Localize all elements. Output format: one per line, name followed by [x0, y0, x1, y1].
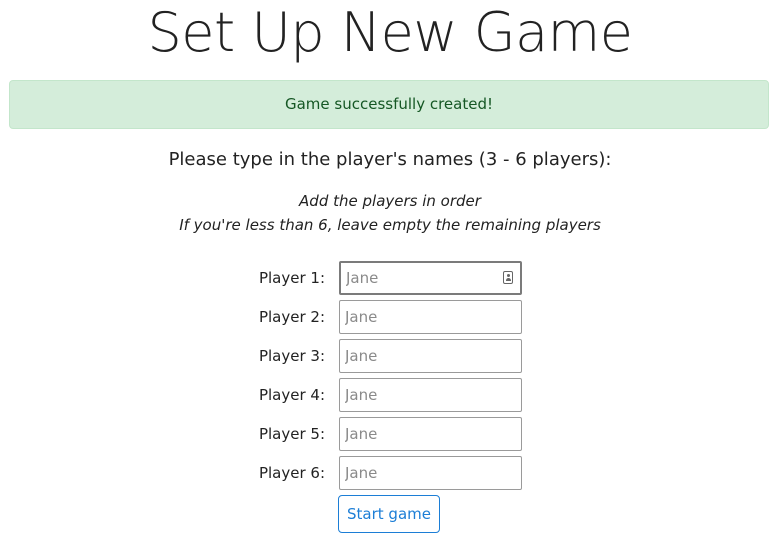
instructions-heading: Please type in the player's names (3 - 6… [168, 149, 612, 170]
player-4-input[interactable] [339, 378, 522, 412]
player-row-4: Player 4: [0, 378, 780, 412]
start-game-button[interactable]: Start game [338, 495, 440, 533]
player-row-5: Player 5: [0, 417, 780, 451]
player-6-label: Player 6: [258, 464, 325, 482]
player-row-1: Player 1: [0, 261, 780, 295]
player-1-label: Player 1: [258, 269, 325, 287]
player-6-input[interactable] [339, 456, 522, 490]
player-5-input[interactable] [339, 417, 522, 451]
player-3-input[interactable] [339, 339, 522, 373]
contact-card-icon[interactable] [503, 271, 513, 284]
player-5-label: Player 5: [258, 425, 325, 443]
hint-empty: If you're less than 6, leave empty the r… [179, 216, 601, 234]
player-4-label: Player 4: [258, 386, 325, 404]
success-alert: Game successfully created! [9, 80, 769, 129]
player-row-2: Player 2: [0, 300, 780, 334]
player-row-6: Player 6: [0, 456, 780, 490]
player-2-input[interactable] [339, 300, 522, 334]
player-1-input[interactable] [339, 261, 522, 295]
player-row-3: Player 3: [0, 339, 780, 373]
page-title: Set Up New Game [147, 1, 633, 64]
player-2-label: Player 2: [258, 308, 325, 326]
player-3-label: Player 3: [258, 347, 325, 365]
setup-page: Set Up New Game Game successfully create… [0, 0, 780, 541]
hint-order: Add the players in order [299, 192, 481, 210]
